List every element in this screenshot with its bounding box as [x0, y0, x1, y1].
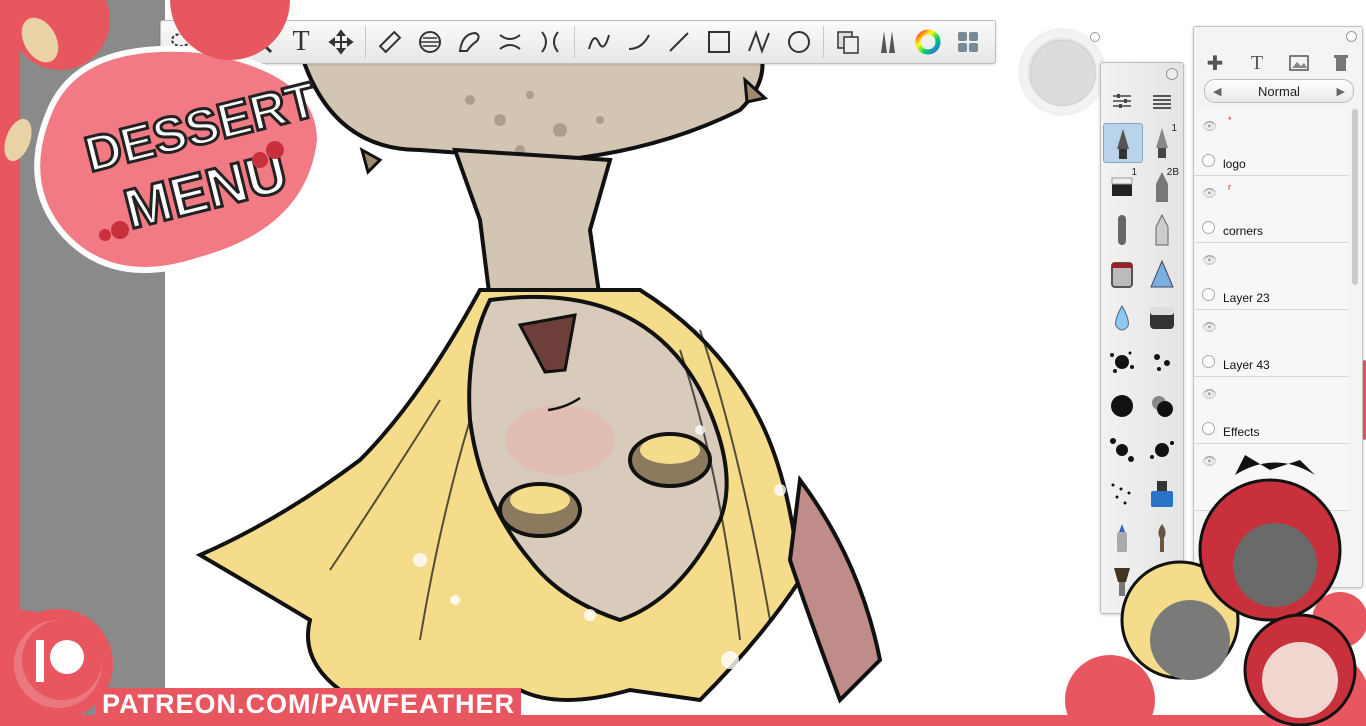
block-eraser-icon[interactable]: [1143, 299, 1181, 337]
blend-mode-selector[interactable]: ◀ Normal ▶: [1204, 79, 1354, 103]
texture-blob-icon[interactable]: [1143, 387, 1181, 425]
splash-icon[interactable]: [1143, 431, 1181, 469]
eraser-icon[interactable]: 1: [1103, 167, 1141, 205]
flat-brush-icon[interactable]: [1103, 563, 1141, 601]
visibility-eye-icon[interactable]: 👁: [1202, 320, 1217, 334]
ink-bottle-icon[interactable]: [1143, 475, 1181, 513]
paint-bucket-icon[interactable]: [1103, 255, 1141, 293]
layer-row[interactable]: 👁 Effects: [1194, 377, 1348, 444]
dots-brush-icon[interactable]: [1143, 343, 1181, 381]
ink-blot-icon[interactable]: [1103, 387, 1141, 425]
patreon-url: PATREON.COM/PAWFEATHER: [96, 688, 521, 720]
smudge-icon[interactable]: [1103, 211, 1141, 249]
airbrush-icon[interactable]: [1103, 123, 1143, 163]
visibility-eye-icon[interactable]: 👁: [1202, 119, 1217, 133]
layer-row[interactable]: 👁 Layer 43: [1194, 310, 1348, 377]
layer-name: logo: [1223, 157, 1246, 171]
close-icon[interactable]: [1166, 68, 1178, 80]
blend-mode-label: Normal: [1258, 83, 1300, 99]
color-puck[interactable]: [1020, 30, 1104, 114]
symmetry-icon[interactable]: [490, 22, 530, 62]
layer-grid-icon[interactable]: [948, 22, 988, 62]
layer-row[interactable]: 👁: [1194, 444, 1348, 511]
stroke-tool-icon[interactable]: [579, 22, 619, 62]
marker-icon[interactable]: [1143, 211, 1181, 249]
curve-icon[interactable]: [619, 22, 659, 62]
toolbar-divider: [823, 26, 824, 58]
layer-select-radio[interactable]: [1202, 154, 1215, 167]
patreon-bar-icon: [36, 640, 44, 682]
brush-palette: 1 1 2B: [1100, 62, 1184, 614]
brush-settings-icon[interactable]: [1111, 91, 1133, 111]
layer-tools: ✚ T: [1194, 49, 1362, 77]
dessert-menu-logo: DESSERT MENU: [20, 30, 340, 300]
scatter-icon[interactable]: [1103, 431, 1141, 469]
puck-handle[interactable]: [1090, 32, 1100, 42]
layer-row[interactable]: 👁 * logo: [1194, 109, 1348, 176]
copy-paste-icon[interactable]: [828, 22, 868, 62]
layer-select-radio[interactable]: [1202, 221, 1215, 234]
layer-name: Layer 23: [1223, 291, 1270, 305]
layer-thumbnail: r: [1228, 182, 1231, 192]
ellipse-guide-icon[interactable]: [410, 22, 450, 62]
blend-prev-icon[interactable]: ◀: [1205, 85, 1229, 98]
perspective-icon[interactable]: [530, 22, 570, 62]
layer-select-radio[interactable]: [1202, 288, 1215, 301]
fan-brush-icon[interactable]: [1143, 563, 1181, 601]
close-icon[interactable]: [1346, 31, 1357, 42]
blur-drop-icon[interactable]: [1103, 299, 1141, 337]
text-layer-icon[interactable]: T: [1245, 51, 1269, 75]
layer-thumbnail: *: [1228, 115, 1232, 125]
layer-name: corners: [1223, 224, 1264, 238]
visibility-eye-icon[interactable]: 👁: [1202, 387, 1217, 401]
visibility-eye-icon[interactable]: 👁: [1202, 186, 1217, 200]
round-brush-icon[interactable]: [1143, 519, 1181, 557]
image-layer-icon[interactable]: [1287, 51, 1311, 75]
line-icon[interactable]: [659, 22, 699, 62]
pencil-grade-label: 2B: [1166, 167, 1179, 178]
color-wheel-icon[interactable]: [908, 22, 948, 62]
french-curve-icon[interactable]: [450, 22, 490, 62]
pen-size-label: 1: [1171, 123, 1177, 134]
delete-layer-icon[interactable]: [1329, 51, 1353, 75]
toolbar-divider: [574, 26, 575, 58]
rectangle-icon[interactable]: [699, 22, 739, 62]
patreon-logo: [22, 620, 102, 700]
blend-next-icon[interactable]: ▶: [1329, 85, 1353, 98]
speckle-icon[interactable]: [1103, 475, 1141, 513]
visibility-eye-icon[interactable]: 👁: [1202, 253, 1217, 267]
layer-row[interactable]: 👁 Layer 23: [1194, 243, 1348, 310]
visibility-eye-icon[interactable]: 👁: [1202, 454, 1217, 468]
brush-palette-header: [1101, 87, 1183, 117]
brush-list-icon[interactable]: [1151, 91, 1173, 111]
pen-icon[interactable]: 1: [1143, 123, 1181, 161]
ruler-icon[interactable]: [370, 22, 410, 62]
layer-name: Effects: [1223, 425, 1260, 439]
fill-cone-icon[interactable]: [1143, 255, 1181, 293]
circle-icon[interactable]: [779, 22, 819, 62]
marker-pen-icon[interactable]: [1103, 519, 1141, 557]
polyline-icon[interactable]: [739, 22, 779, 62]
logo-graphic: DESSERT MENU: [34, 45, 324, 273]
layer-select-radio[interactable]: [1202, 422, 1215, 435]
layer-name: Layer 43: [1223, 358, 1270, 372]
layer-select-radio[interactable]: [1202, 355, 1215, 368]
brush-library-icon[interactable]: [868, 22, 908, 62]
layers-panel: ✚ T ◀ Normal ▶ 👁 * logo 👁 r corners 👁 La…: [1193, 26, 1363, 588]
pencil-icon[interactable]: 2B: [1143, 167, 1181, 205]
layer-row[interactable]: 👁 r corners: [1194, 176, 1348, 243]
add-layer-icon[interactable]: ✚: [1203, 51, 1227, 75]
patreon-circle-icon: [50, 640, 84, 674]
toolbar-divider: [365, 26, 366, 58]
current-color-swatch[interactable]: [1030, 40, 1096, 106]
layer-scrollbar[interactable]: [1352, 109, 1358, 285]
eraser-size-label: 1: [1131, 167, 1137, 178]
splatter-icon[interactable]: [1103, 343, 1141, 381]
